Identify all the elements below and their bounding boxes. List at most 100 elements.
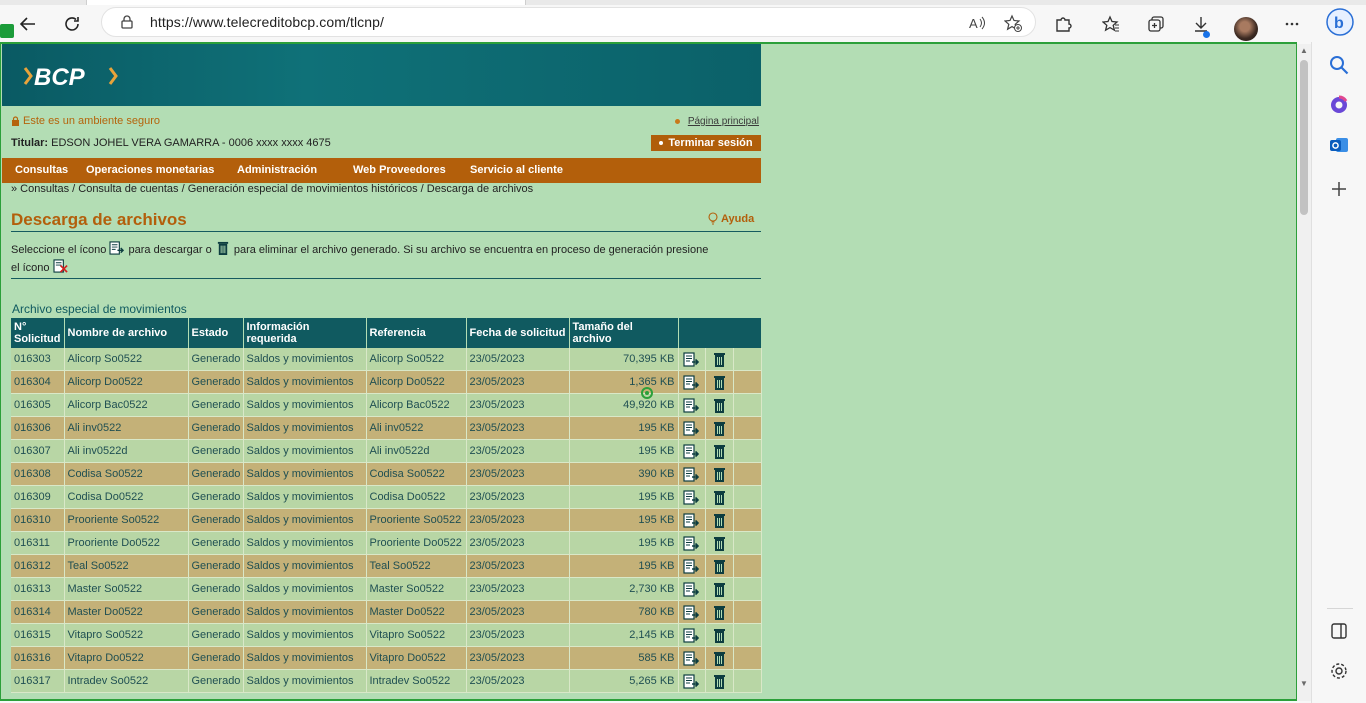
download-button[interactable]: [678, 439, 706, 463]
delete-button[interactable]: [705, 623, 734, 647]
nav-consultas[interactable]: Consultas: [15, 164, 68, 176]
download-button[interactable]: [678, 508, 706, 532]
bcp-logo[interactable]: BCP: [22, 61, 122, 91]
delete-button[interactable]: [705, 370, 734, 394]
download-button[interactable]: [678, 669, 706, 693]
download-button[interactable]: [678, 370, 706, 394]
downloads-button[interactable]: [1186, 9, 1216, 39]
table-row: 016315 Vitapro So0522 Generado Saldos y mov…: [11, 623, 762, 647]
nav-administracion[interactable]: Administración: [237, 164, 317, 176]
cell-estado: Generado: [188, 554, 244, 578]
empty-cell: [733, 623, 762, 647]
delete-button[interactable]: [705, 348, 734, 371]
cell-fecha: 23/05/2023: [466, 370, 570, 394]
nav-operaciones[interactable]: Operaciones monetarias: [86, 164, 214, 176]
empty-cell: [733, 462, 762, 486]
cell-solicitud: 016315: [11, 623, 65, 647]
favorites-button[interactable]: [1096, 9, 1126, 39]
download-button[interactable]: [678, 416, 706, 440]
account-holder: Titular: EDSON JOHEL VERA GAMARRA - 0006…: [11, 137, 331, 149]
logout-button[interactable]: Terminar sesión: [651, 135, 761, 151]
download-button[interactable]: [678, 623, 706, 647]
delete-button[interactable]: [705, 462, 734, 486]
delete-button[interactable]: [705, 416, 734, 440]
empty-cell: [733, 348, 762, 371]
empty-cell: [733, 370, 762, 394]
add-favorite-icon[interactable]: [1004, 14, 1022, 32]
nav-servicio-cliente[interactable]: Servicio al cliente: [470, 164, 563, 176]
help-link[interactable]: Ayuda: [708, 212, 754, 225]
settings-menu-button[interactable]: [1277, 9, 1307, 39]
cell-fecha: 23/05/2023: [466, 393, 570, 417]
delete-button[interactable]: [705, 439, 734, 463]
home-link-text[interactable]: Página principal: [688, 116, 759, 127]
download-button[interactable]: [678, 393, 706, 417]
download-button[interactable]: [678, 577, 706, 601]
gear-icon[interactable]: [1328, 660, 1350, 682]
cell-tamano: 70,395 KB: [569, 348, 679, 371]
delete-button[interactable]: [705, 646, 734, 670]
search-icon[interactable]: [1328, 54, 1350, 76]
cell-referencia: Codisa So0522: [366, 462, 467, 486]
nav-web-proveedores[interactable]: Web Proveedores: [353, 164, 446, 176]
delete-button[interactable]: [705, 485, 734, 509]
cell-nombre: Vitapro So0522: [64, 623, 189, 647]
delete-button[interactable]: [705, 508, 734, 532]
cell-estado: Generado: [188, 577, 244, 601]
download-button[interactable]: [678, 348, 706, 371]
cell-tamano: 49,920 KB: [569, 393, 679, 417]
delete-button[interactable]: [705, 393, 734, 417]
delete-button[interactable]: [705, 600, 734, 624]
read-aloud-icon[interactable]: A: [968, 14, 986, 32]
delete-button[interactable]: [705, 669, 734, 693]
cell-estado: Generado: [188, 485, 244, 509]
split-screen-icon[interactable]: [1328, 620, 1350, 642]
trash-icon: [713, 651, 725, 666]
table-row: 016309 Codisa Do0522 Generado Saldos y movi…: [11, 485, 762, 509]
delete-button[interactable]: [705, 531, 734, 555]
download-button[interactable]: [678, 462, 706, 486]
download-button[interactable]: [678, 554, 706, 578]
collections-button[interactable]: [1141, 9, 1171, 39]
download-button[interactable]: [678, 531, 706, 555]
home-link[interactable]: Página principal: [674, 116, 759, 127]
extensions-button[interactable]: [1048, 9, 1078, 39]
page-scrollbar[interactable]: ▲ ▼: [1297, 44, 1311, 701]
col-header-referencia: Referencia: [366, 318, 467, 348]
cell-nombre: Prooriente Do0522: [64, 531, 189, 555]
cell-fecha: 23/05/2023: [466, 348, 570, 371]
back-button[interactable]: [13, 9, 43, 39]
refresh-button[interactable]: [57, 9, 87, 39]
url-text[interactable]: https://www.telecreditobcp.com/tlcnp/: [150, 14, 384, 30]
cell-nombre: Master So0522: [64, 577, 189, 601]
profile-avatar[interactable]: [1234, 17, 1258, 41]
scroll-down-arrow[interactable]: ▼: [1299, 679, 1309, 689]
address-bar[interactable]: https://www.telecreditobcp.com/tlcnp/ A: [101, 7, 1036, 37]
bing-chat-icon[interactable]: b: [1326, 8, 1354, 36]
download-button[interactable]: [678, 485, 706, 509]
files-table: N° Solicitud Nombre de archivo Estado In…: [11, 318, 762, 693]
office-icon[interactable]: [1328, 94, 1350, 116]
download-button[interactable]: [678, 600, 706, 624]
trash-icon: [713, 421, 725, 436]
empty-cell: [733, 600, 762, 624]
cell-referencia: Intradev So0522: [366, 669, 467, 693]
scrollbar-thumb[interactable]: [1300, 60, 1308, 215]
cell-fecha: 23/05/2023: [466, 508, 570, 532]
outlook-icon[interactable]: [1328, 134, 1350, 156]
secure-text: Este es un ambiente seguro: [23, 115, 160, 127]
cell-informacion: Saldos y movimientos: [243, 348, 367, 371]
delete-button[interactable]: [705, 577, 734, 601]
delete-button[interactable]: [705, 554, 734, 578]
download-button[interactable]: [678, 646, 706, 670]
add-icon[interactable]: [1328, 178, 1350, 200]
cell-estado: Generado: [188, 416, 244, 440]
help-label[interactable]: Ayuda: [721, 213, 754, 225]
scroll-up-arrow[interactable]: ▲: [1299, 46, 1309, 56]
breadcrumb[interactable]: » Consultas / Consulta de cuentas / Gene…: [11, 183, 533, 195]
logout-label[interactable]: Terminar sesión: [668, 137, 752, 149]
cell-informacion: Saldos y movimientos: [243, 623, 367, 647]
cell-fecha: 23/05/2023: [466, 554, 570, 578]
svg-text:A: A: [969, 16, 978, 31]
cell-solicitud: 016307: [11, 439, 65, 463]
